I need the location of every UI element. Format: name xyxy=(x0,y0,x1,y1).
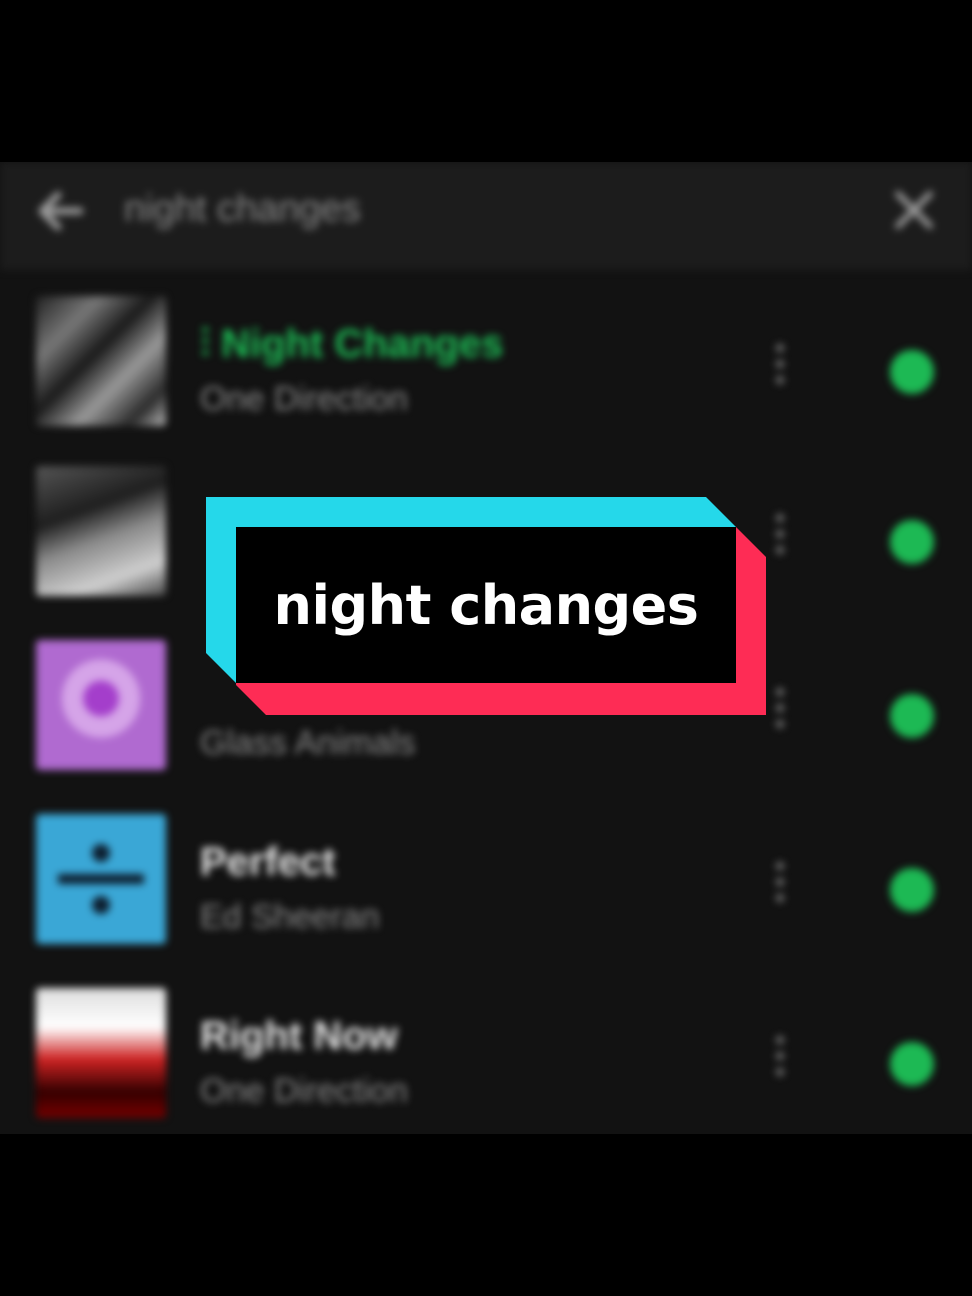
track-artist: Glass Animals xyxy=(200,724,416,762)
track-artist: One Direction xyxy=(200,1072,408,1110)
more-vertical-icon[interactable] xyxy=(774,1036,786,1084)
album-art xyxy=(36,466,166,596)
close-icon[interactable] xyxy=(890,186,938,234)
album-art xyxy=(36,640,166,770)
track-title: Right Now xyxy=(200,1014,398,1058)
album-art xyxy=(36,988,166,1118)
more-vertical-icon[interactable] xyxy=(774,862,786,910)
downloaded-icon xyxy=(890,350,934,394)
equalizer-icon: ⫶ xyxy=(200,322,222,366)
downloaded-icon xyxy=(890,520,934,564)
more-vertical-icon[interactable] xyxy=(774,344,786,392)
downloaded-icon xyxy=(890,1042,934,1086)
track-title: Perfect xyxy=(200,840,336,884)
list-item[interactable]: ⫶ Night Changes One Direction xyxy=(0,292,972,442)
more-vertical-icon[interactable] xyxy=(774,514,786,562)
downloaded-icon xyxy=(890,868,934,912)
track-title: ⫶ Night Changes xyxy=(200,322,504,366)
back-arrow-icon[interactable] xyxy=(30,186,90,236)
downloaded-icon xyxy=(890,694,934,738)
album-art xyxy=(36,296,166,426)
caption-text: night changes xyxy=(273,573,699,637)
search-input[interactable]: night changes xyxy=(124,188,361,231)
track-artist: One Direction xyxy=(200,380,408,418)
album-art xyxy=(36,814,166,944)
list-item[interactable]: Right Now One Direction xyxy=(0,984,972,1134)
more-vertical-icon[interactable] xyxy=(774,688,786,736)
list-item[interactable]: Perfect Ed Sheeran xyxy=(0,810,972,960)
track-artist: Ed Sheeran xyxy=(200,898,380,936)
search-bar: night changes xyxy=(0,162,972,270)
caption-overlay: night changes xyxy=(206,497,766,715)
